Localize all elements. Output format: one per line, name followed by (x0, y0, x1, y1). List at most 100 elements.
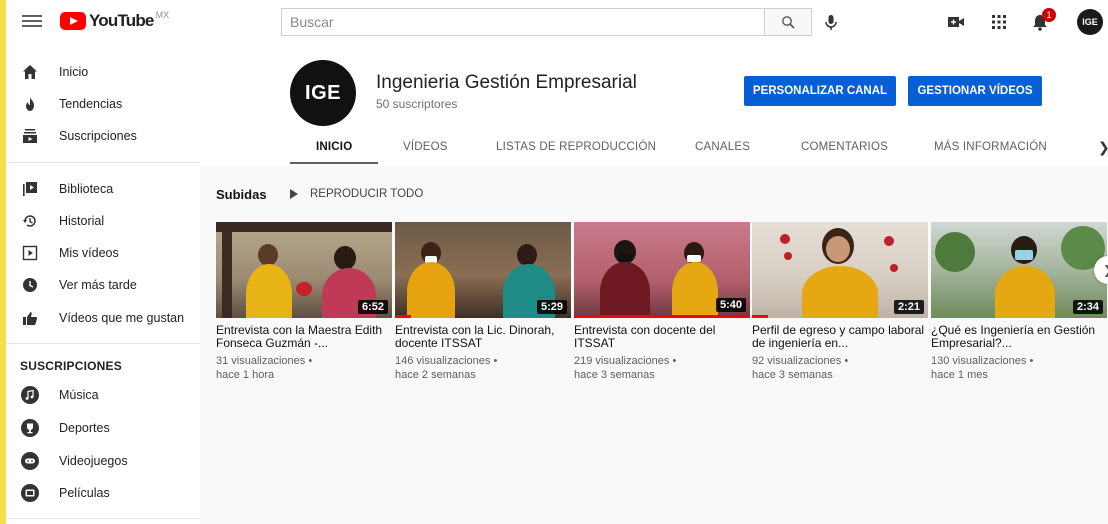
view-count: 31 visualizaciones • (216, 355, 313, 367)
microphone-icon[interactable] (821, 12, 841, 32)
search-button[interactable] (765, 8, 812, 36)
my-videos-icon (22, 245, 38, 261)
manage-videos-button[interactable]: GESTIONAR VÍDEOS (908, 76, 1042, 106)
menu-icon[interactable] (22, 12, 42, 32)
chevron-right-icon: ❯ (1103, 263, 1108, 277)
channel-name: Ingenieria Gestión Empresarial (376, 72, 637, 93)
video-duration: 5:40 (715, 298, 746, 312)
video-title[interactable]: Entrevista con docente del ITSSAT (574, 324, 750, 350)
tab-comentarios[interactable]: COMENTARIOS (801, 141, 888, 153)
thumbs-up-icon (23, 312, 38, 325)
upload-age: hace 1 mes (931, 369, 988, 381)
account-avatar[interactable]: IGE (1077, 9, 1103, 35)
sidebar-divider (6, 343, 200, 344)
sidebar-item-label: Tendencias (59, 97, 123, 111)
sidebar-item-label: Vídeos que me gustan (59, 311, 185, 325)
create-video-icon[interactable] (946, 12, 966, 32)
video-card[interactable]: 5:40 Entrevista con docente del ITSSAT 2… (574, 222, 750, 382)
sidebar-divider (6, 162, 200, 163)
video-thumbnail[interactable]: 5:29 (395, 222, 571, 318)
sidebar-item-label: Películas (59, 486, 110, 500)
sidebar-item-label: Mis vídeos (59, 246, 119, 260)
tab-inicio[interactable]: INICIO (316, 141, 352, 153)
upload-age: hace 3 semanas (752, 369, 833, 381)
customize-channel-button[interactable]: PERSONALIZAR CANAL (744, 76, 896, 106)
music-icon (21, 386, 39, 404)
active-tab-indicator (290, 162, 378, 164)
video-thumbnail[interactable]: 2:21 (752, 222, 928, 318)
notification-badge: 1 (1042, 8, 1056, 22)
search-icon (782, 16, 795, 29)
video-thumbnail[interactable]: 6:52 (216, 222, 392, 318)
sidebar-divider (6, 518, 200, 519)
subscriptions-icon (23, 129, 37, 143)
video-title[interactable]: Entrevista con la Maestra Edith Fonseca … (216, 324, 392, 350)
logo-text: YouTube (89, 11, 154, 30)
sidebar-item-musica[interactable]: Música (6, 379, 200, 411)
sidebar-item-suscripciones[interactable]: Suscripciones (6, 120, 200, 152)
upload-age: hace 3 semanas (574, 369, 655, 381)
film-icon (21, 484, 39, 502)
video-duration: 2:21 (893, 300, 924, 314)
youtube-logo[interactable]: YouTube MX (60, 10, 169, 30)
sidebar-item-label: Ver más tarde (59, 278, 137, 292)
sidebar-item-mis-videos[interactable]: Mis vídeos (6, 237, 200, 269)
apps-grid-icon[interactable] (989, 12, 1009, 32)
play-all-label: REPRODUCIR TODO (310, 188, 424, 200)
sidebar-item-inicio[interactable]: Inicio (6, 56, 200, 88)
upload-age: hace 1 hora (216, 369, 275, 381)
history-icon (23, 215, 36, 227)
view-count: 219 visualizaciones • (574, 355, 677, 367)
sidebar: Inicio Tendencias Suscripciones Bibliote… (6, 44, 200, 524)
sidebar-item-historial[interactable]: Historial (6, 205, 200, 237)
tab-mas-informacion[interactable]: MÁS INFORMACIÓN (934, 141, 1047, 153)
section-title: Subidas (216, 187, 267, 202)
view-count: 92 visualizaciones • (752, 355, 849, 367)
sidebar-item-videojuegos[interactable]: Videojuegos (6, 445, 200, 477)
sidebar-item-peliculas[interactable]: Películas (6, 477, 200, 509)
video-card[interactable]: 2:34 ¿Qué es Ingeniería en Gestión Empre… (931, 222, 1107, 382)
video-thumbnail[interactable]: 2:34 (931, 222, 1107, 318)
tab-canales[interactable]: CANALES (695, 141, 750, 153)
trophy-icon (21, 419, 39, 437)
sidebar-item-tendencias[interactable]: Tendencias (6, 88, 200, 120)
view-count: 146 visualizaciones • (395, 355, 498, 367)
sidebar-item-videos-que-me-gustan[interactable]: Vídeos que me gustan (6, 302, 200, 334)
sidebar-item-biblioteca[interactable]: Biblioteca (6, 173, 200, 205)
sidebar-item-ver-mas-tarde[interactable]: Ver más tarde (6, 269, 200, 301)
clock-icon (23, 278, 37, 292)
video-title[interactable]: Entrevista con la Lic. Dinorah, docente … (395, 324, 571, 350)
sidebar-item-label: Deportes (59, 421, 110, 435)
video-duration: 6:52 (357, 300, 388, 314)
youtube-play-icon (60, 12, 86, 30)
browser-frame: YouTube MX Buscar 1 IGE Inicio Tendencia… (6, 0, 1108, 524)
fire-icon (26, 97, 34, 111)
video-card[interactable]: 2:21 Perfil de egreso y campo laboral de… (752, 222, 928, 382)
sidebar-item-label: Inicio (59, 65, 89, 79)
upload-age: hace 2 semanas (395, 369, 476, 381)
sidebar-item-label: Música (59, 388, 99, 402)
top-bar: YouTube MX Buscar 1 IGE (6, 0, 1108, 44)
sidebar-item-label: Historial (59, 214, 105, 228)
channel-avatar[interactable]: IGE (290, 60, 356, 126)
chevron-right-icon[interactable]: ❯ (1098, 139, 1108, 156)
view-count: 130 visualizaciones • (931, 355, 1034, 367)
video-card[interactable]: 5:29 Entrevista con la Lic. Dinorah, doc… (395, 222, 571, 382)
channel-header: IGE Ingenieria Gestión Empresarial 50 su… (200, 44, 1108, 166)
video-duration: 5:29 (536, 300, 567, 314)
play-all-button[interactable]: REPRODUCIR TODO (290, 188, 423, 200)
sidebar-item-label: Suscripciones (59, 129, 137, 143)
video-title[interactable]: ¿Qué es Ingeniería en Gestión Empresaria… (931, 324, 1107, 350)
video-duration: 2:34 (1072, 300, 1103, 314)
tab-listas[interactable]: LISTAS DE REPRODUCCIÓN (496, 141, 656, 153)
video-thumbnail[interactable]: 5:40 (574, 222, 750, 318)
video-title[interactable]: Perfil de egreso y campo laboral de inge… (752, 324, 928, 350)
tab-videos[interactable]: VÍDEOS (403, 141, 448, 153)
library-icon (23, 182, 37, 196)
sidebar-item-label: Biblioteca (59, 182, 114, 196)
subscriptions-heading: SUSCRIPCIONES (20, 359, 122, 373)
sidebar-item-deportes[interactable]: Deportes (6, 412, 200, 444)
search-input[interactable]: Buscar (281, 8, 765, 36)
play-icon (290, 189, 298, 199)
video-card[interactable]: 6:52 Entrevista con la Maestra Edith Fon… (216, 222, 392, 382)
